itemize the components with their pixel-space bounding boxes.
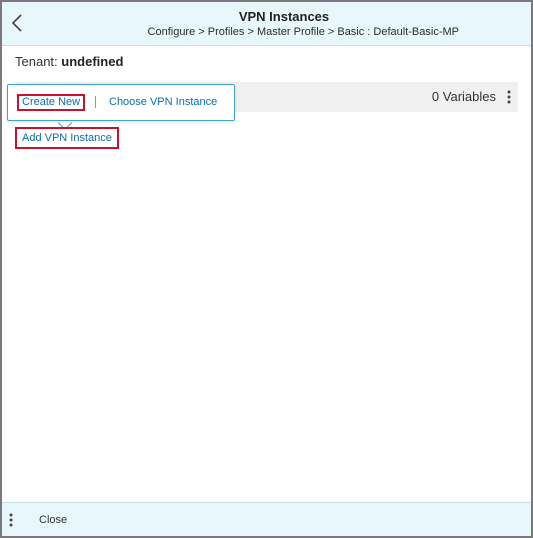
toolbar-more-button[interactable] (505, 89, 513, 105)
close-button[interactable]: Close (39, 514, 67, 526)
tenant-value: undefined (61, 54, 124, 69)
create-new-link[interactable]: Create New (17, 94, 86, 111)
variables-count: 0 Variables (431, 89, 496, 104)
page-title: VPN Instances (238, 9, 330, 24)
choose-vpn-instance-link[interactable]: Choose VPN Instance (109, 96, 217, 108)
tenant-info: Tenant: undefined (15, 54, 123, 69)
breadcrumb: Configure > Profiles > Master Profile > … (147, 26, 459, 38)
dialog-header: VPN Instances Configure > Profiles > Mas… (2, 2, 531, 46)
kebab-vertical-icon (9, 513, 13, 527)
dialog-footer: Close (2, 502, 531, 536)
kebab-vertical-icon (507, 90, 511, 104)
popover-separator (95, 96, 96, 108)
footer-more-button[interactable] (7, 512, 15, 528)
vpn-instances-dialog: VPN Instances Configure > Profiles > Mas… (0, 0, 533, 538)
tenant-label: Tenant: (15, 54, 58, 69)
add-vpn-instance-link[interactable]: Add VPN Instance (15, 127, 119, 149)
